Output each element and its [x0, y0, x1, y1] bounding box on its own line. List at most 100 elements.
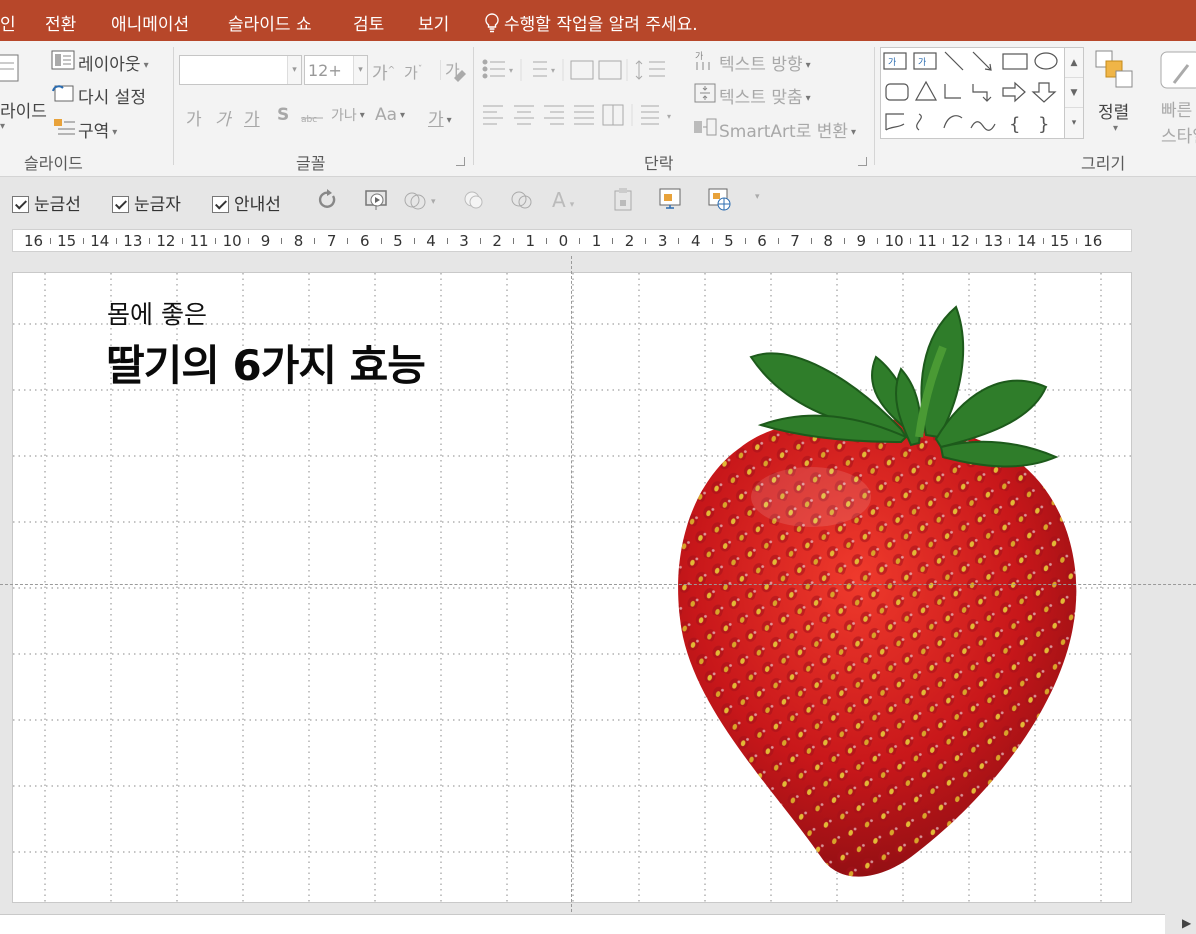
font-size-combo[interactable]: 12+ ▾ — [304, 55, 368, 85]
new-slide-caret-icon[interactable]: ▾ — [0, 121, 5, 132]
ruler-tick — [1009, 238, 1011, 244]
font-color-button[interactable]: 가 ▾ — [428, 105, 452, 130]
ruler-tick-label: 3 — [657, 232, 668, 250]
ruler-tick — [777, 238, 779, 244]
chevron-down-icon: ▾ — [446, 115, 452, 126]
arrange-button[interactable]: 정렬 — [1098, 98, 1129, 123]
shapes-gallery-icons: 가 가 { } — [883, 51, 1058, 135]
ruler-tick-label: 14 — [90, 232, 110, 250]
ruler-tick-label: 7 — [326, 232, 337, 250]
ruler-checkbox[interactable]: 눈금자 — [112, 190, 181, 215]
tab-view[interactable]: 보기 — [418, 10, 449, 35]
ruler-tick-label: 10 — [884, 232, 904, 250]
ruler-tick — [711, 238, 713, 244]
shrink-font-button[interactable]: 가ˇ — [404, 62, 422, 83]
clear-formatting-icon[interactable]: 가 — [440, 58, 466, 82]
ruler-tick-label: 7 — [790, 232, 800, 250]
ruler-tick-label: 1 — [525, 232, 536, 250]
horizontal-guide[interactable] — [0, 584, 1196, 585]
char-spacing-button[interactable]: 가나 ▾ — [331, 105, 365, 125]
grow-font-button[interactable]: 가^ — [372, 59, 395, 84]
group-label-slides: 슬라이드 — [24, 154, 83, 173]
font-name-combo[interactable]: ▾ — [179, 55, 302, 85]
reset-button[interactable]: 다시 설정 — [78, 83, 146, 108]
tab-slideshow[interactable]: 슬라이드 쇼 — [228, 10, 312, 35]
quick-styles-button[interactable]: 빠른 스타일 — [1161, 98, 1196, 150]
change-case-button[interactable]: Aa ▾ — [375, 105, 405, 125]
layout-button[interactable]: 레이아웃 ▾ — [78, 50, 149, 75]
shapes-gallery[interactable]: 가 가 { } — [880, 47, 1066, 139]
chevron-down-icon[interactable]: ▾ — [353, 56, 367, 84]
scroll-down-icon[interactable]: ▼ — [1065, 78, 1083, 108]
text-direction-button[interactable]: 텍스트 방향 ▾ — [719, 50, 811, 75]
paragraph-dialog-launcher-icon[interactable] — [858, 157, 867, 166]
ruler-tick — [1042, 238, 1044, 244]
svg-text:가: 가 — [918, 57, 926, 68]
shape-intersect-icon[interactable] — [510, 188, 534, 212]
gridlines-checkbox[interactable]: 눈금선 — [12, 190, 81, 215]
ruler-tick — [744, 238, 746, 244]
smartart-label: SmartArt로 변환 — [719, 122, 849, 142]
text-effects-icon[interactable]: A ▾ — [552, 188, 574, 212]
convert-smartart-button[interactable]: SmartArt로 변환 ▾ — [719, 117, 856, 142]
ruler-tick-label: 6 — [757, 232, 767, 250]
shapes-gallery-scroll[interactable]: ▲ ▼ ▾ — [1064, 47, 1084, 139]
ruler-tick-label: 5 — [724, 232, 734, 250]
ruler-tick-label: 6 — [360, 232, 370, 250]
ruler-tick-label: 2 — [492, 232, 502, 250]
new-slide-icon[interactable] — [0, 53, 22, 83]
underline-button[interactable]: 가 — [244, 105, 260, 130]
font-dialog-launcher-icon[interactable] — [456, 157, 465, 166]
ruler-tick-label: 9 — [856, 232, 867, 250]
slide-title[interactable]: 딸기의 6가지 효능 — [106, 332, 426, 393]
slide-canvas[interactable]: 몸에 좋은 딸기의 6가지 효능 — [12, 272, 1132, 903]
ruler-tick — [843, 238, 845, 244]
ruler-tick-label: 14 — [1017, 232, 1037, 250]
strawberry-image[interactable] — [661, 297, 1081, 887]
ruler-tick-label: 5 — [393, 232, 403, 250]
chevron-down-icon[interactable]: ▾ — [287, 56, 301, 84]
text-direction-icon: 가 — [695, 51, 710, 70]
notes-pane[interactable] — [0, 914, 1165, 934]
tell-me-text: 수행할 작업을 알려 주세요. — [504, 15, 698, 35]
group-divider — [173, 47, 174, 165]
bold-button[interactable]: 가 — [186, 105, 202, 130]
italic-button[interactable]: 가 — [215, 105, 231, 130]
strikethrough-icon[interactable]: abc — [301, 112, 327, 124]
new-slide-button[interactable]: 라이드 — [0, 97, 47, 122]
chevron-down-icon: ▾ — [805, 93, 811, 104]
shape-union-icon[interactable] — [462, 188, 486, 212]
slideshow-preview-icon[interactable] — [364, 188, 390, 212]
tab-insert[interactable]: 인 — [0, 10, 16, 35]
checkbox-checked-icon — [112, 196, 129, 213]
web-presentation-icon[interactable] — [706, 186, 732, 212]
chevron-down-icon: ▾ — [359, 110, 365, 121]
ruler-tick-label: 8 — [293, 232, 304, 250]
tell-me-box[interactable]: 수행할 작업을 알려 주세요. — [484, 10, 698, 35]
refresh-icon[interactable] — [316, 188, 338, 212]
alignment-buttons-row: ▾ — [483, 104, 671, 126]
align-text-button[interactable]: 텍스트 맞춤 ▾ — [719, 83, 811, 108]
gallery-more-icon[interactable]: ▾ — [1065, 108, 1083, 138]
horizontal-ruler[interactable]: 16 15 14 13 12 11 10 9 8 7 6 5 4 3 2 1 0 1 2 3 4 5 6 7 8 9 10 11 12 1… — [12, 229, 1132, 252]
scroll-up-icon[interactable]: ▲ — [1065, 48, 1083, 78]
char-spacing-label: 가나 — [331, 108, 357, 124]
tab-animations[interactable]: 애니메이션 — [111, 10, 189, 35]
section-button[interactable]: 구역 ▾ — [78, 117, 117, 142]
svg-text:}: } — [1038, 114, 1049, 135]
slide-subtitle[interactable]: 몸에 좋은 — [107, 295, 207, 331]
ribbon-home: 라이드 ▾ 레이아웃 ▾ 다시 설정 구역 ▾ 슬라이드 ▾ 12+ ▾ 가^ 가ˇ… — [0, 41, 1196, 177]
scroll-right-icon[interactable]: ▶ — [1182, 916, 1191, 930]
checkbox-checked-icon — [212, 196, 229, 213]
group-label-font: 글꼴 — [296, 154, 326, 173]
shape-merge-icon[interactable]: ▾ — [403, 188, 443, 212]
tab-review[interactable]: 검토 — [353, 10, 384, 35]
shadow-button[interactable]: S — [277, 105, 289, 125]
presenter-view-icon[interactable] — [657, 186, 683, 212]
chevron-down-icon[interactable]: ▾ — [1113, 123, 1118, 134]
customize-toolbar-icon[interactable]: ▾ — [755, 192, 760, 202]
guides-checkbox[interactable]: 안내선 — [212, 190, 281, 215]
clipboard-icon[interactable] — [612, 186, 634, 212]
tab-transitions[interactable]: 전환 — [45, 10, 76, 35]
vertical-guide[interactable] — [571, 256, 572, 912]
